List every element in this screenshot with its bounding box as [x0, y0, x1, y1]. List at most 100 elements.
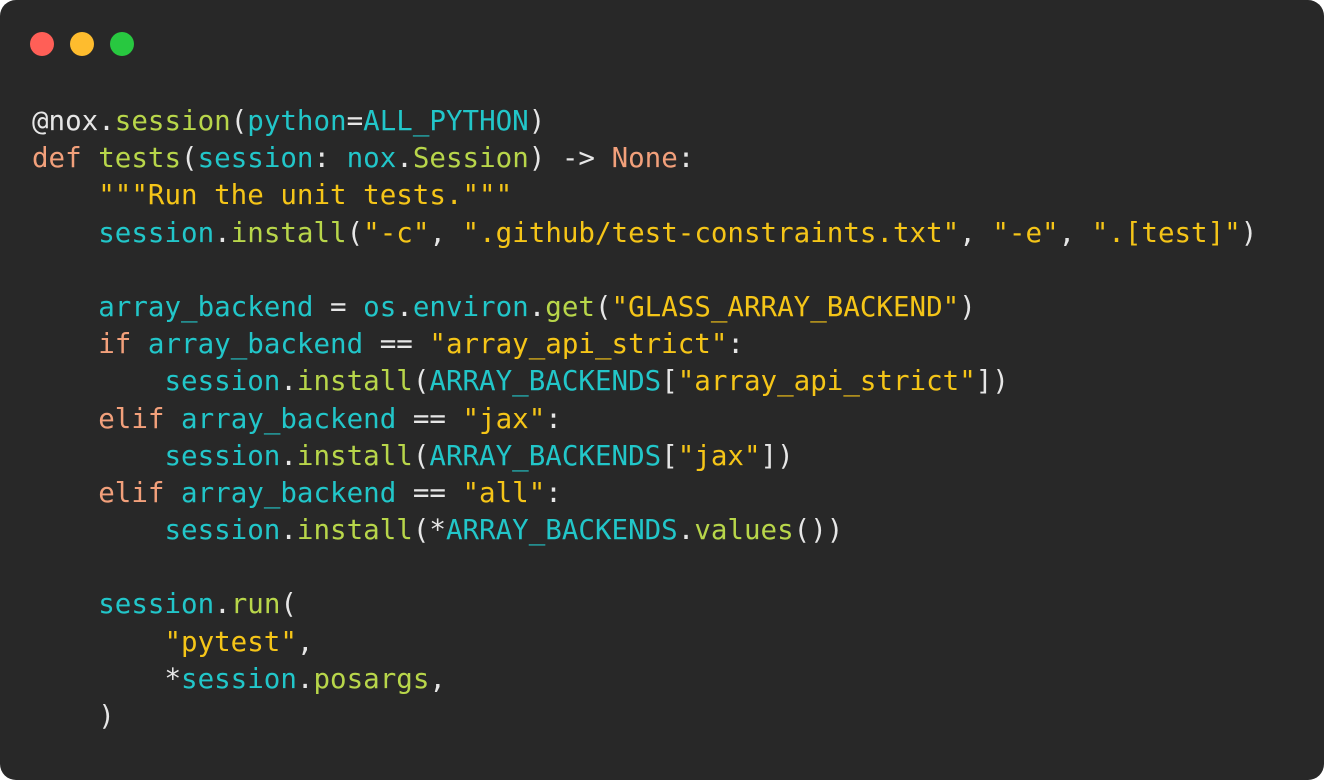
code-line: *session.posargs,: [32, 661, 1257, 698]
code-token: """Run the unit tests.""": [98, 179, 513, 212]
code-token: ".[test]": [1091, 216, 1241, 249]
code-line: elif array_backend == "all":: [32, 475, 1257, 512]
code-token: ,: [429, 216, 463, 249]
code-token: values: [694, 514, 794, 547]
code-line: @nox.session(python=ALL_PYTHON): [32, 103, 1257, 140]
code-token: environ: [412, 290, 529, 323]
code-line: array_backend = os.environ.get("GLASS_AR…: [32, 289, 1257, 326]
code-token: =: [313, 290, 364, 323]
code-token: ARRAY_BACKENDS: [445, 514, 678, 547]
code-token: (: [346, 216, 364, 249]
code-token: "-c": [363, 216, 430, 249]
code-token: ()): [793, 514, 844, 547]
code-line: session.install("-c", ".github/test-cons…: [32, 215, 1257, 252]
code-token: ): [528, 105, 546, 137]
code-token: :: [545, 402, 562, 435]
code-token: python: [247, 105, 347, 137]
code-token: =: [346, 105, 364, 137]
code-token: .: [280, 365, 297, 398]
code-token: elif: [98, 402, 165, 435]
code-line: ): [32, 698, 1257, 735]
code-line: elif array_backend == "jax":: [32, 401, 1257, 438]
code-token: install: [296, 365, 413, 398]
code-token: session: [164, 365, 281, 398]
code-token: def: [32, 142, 82, 175]
code-token: array_backend: [147, 328, 364, 361]
code-token: .: [396, 290, 413, 323]
code-token: :: [677, 142, 695, 175]
code-token: (: [181, 142, 198, 175]
code-token: session: [114, 105, 231, 137]
code-token: Session: [412, 142, 529, 175]
code-token: "all": [462, 476, 546, 509]
code-token: ,: [429, 662, 446, 695]
code-line: def tests(session: nox.Session) -> None:: [32, 140, 1257, 177]
code-token: ".github/test-constraints.txt": [462, 216, 960, 249]
code-token: ]): [975, 365, 1009, 398]
code-token: ==: [363, 328, 430, 361]
code-token: "array_api_strict": [677, 365, 976, 398]
code-token: (*: [412, 514, 446, 547]
code-token: .: [396, 142, 413, 175]
zoom-button[interactable]: [110, 32, 134, 56]
code-line: session.install(ARRAY_BACKENDS["array_ap…: [32, 363, 1257, 400]
code-token: array_backend: [181, 476, 397, 509]
code-token: [: [661, 365, 678, 398]
code-token: tests: [98, 142, 182, 175]
code-block: @nox.session(python=ALL_PYTHON) def tests…: [32, 103, 1257, 735]
code-token: array_backend: [181, 402, 397, 435]
code-token: install: [230, 216, 347, 249]
close-button[interactable]: [30, 32, 54, 56]
code-token: .: [280, 514, 297, 547]
code-token: .: [528, 290, 546, 323]
code-token: ALL_PYTHON: [363, 105, 529, 137]
code-token: (: [230, 105, 248, 137]
code-token: (: [412, 365, 430, 398]
code-token: session: [164, 439, 281, 472]
window-titlebar: [30, 32, 134, 56]
code-line: """Run the unit tests.""": [32, 177, 1257, 214]
code-token: session: [98, 216, 215, 249]
code-line: if array_backend == "array_api_strict":: [32, 326, 1257, 363]
code-token: if: [98, 328, 132, 361]
code-line: session.install(*ARRAY_BACKENDS.values()…: [32, 512, 1257, 549]
code-token: ,: [959, 216, 993, 249]
code-token: session: [164, 514, 281, 547]
code-token: [: [661, 439, 678, 472]
code-token: ,: [1058, 216, 1092, 249]
code-token: session: [181, 662, 297, 695]
code-line: session.run(: [32, 586, 1257, 623]
code-token: ARRAY_BACKENDS: [429, 365, 662, 398]
code-token: :: [313, 142, 347, 175]
code-token: :: [545, 476, 562, 509]
code-token: run: [230, 588, 281, 621]
code-token: "array_api_strict": [429, 328, 728, 361]
code-token: array_backend: [98, 290, 314, 323]
code-token: *: [32, 662, 182, 695]
code-token: @nox: [32, 105, 99, 137]
code-token: .: [214, 588, 231, 621]
code-token: install: [296, 514, 413, 547]
code-line: session.install(ARRAY_BACKENDS["jax"]): [32, 438, 1257, 475]
minimize-button[interactable]: [70, 32, 94, 56]
code-token: ): [1240, 216, 1258, 249]
code-token: .: [677, 514, 695, 547]
code-token: .: [280, 439, 297, 472]
code-token: os: [363, 290, 397, 323]
code-token: "GLASS_ARRAY_BACKEND": [611, 290, 960, 323]
code-token: "-e": [992, 216, 1059, 249]
code-token: "jax": [462, 402, 546, 435]
